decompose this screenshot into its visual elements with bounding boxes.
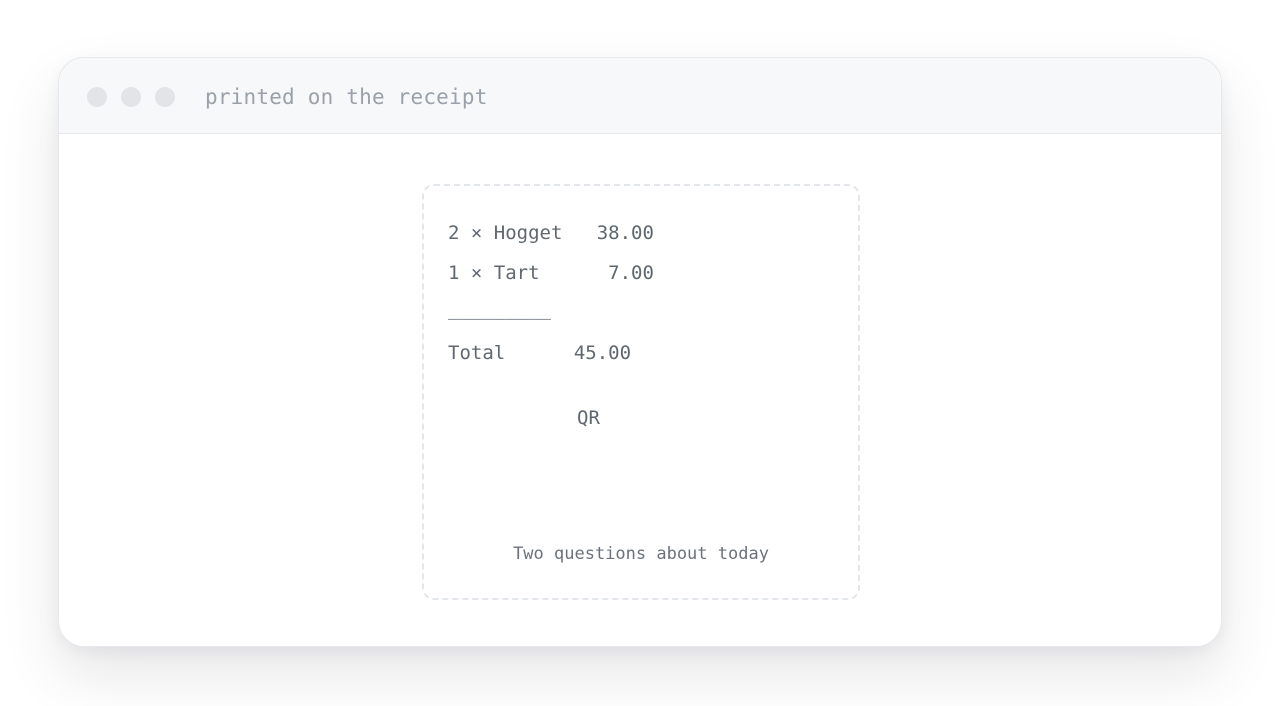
- qr-code-placeholder: QR: [577, 407, 600, 429]
- window-titlebar: printed on the receipt: [59, 58, 1221, 134]
- minimize-dot-icon[interactable]: [121, 87, 141, 107]
- receipt-preview: 2 × Hogget 38.00 1 × Tart 7.00 _________…: [422, 184, 860, 600]
- receipt-total: Total 45.00: [448, 342, 632, 364]
- window-title: printed on the receipt: [205, 85, 488, 109]
- close-dot-icon[interactable]: [87, 87, 107, 107]
- receipt-line-item: 1 × Tart 7.00: [448, 262, 654, 284]
- maximize-dot-icon[interactable]: [155, 87, 175, 107]
- receipt-divider: _________: [448, 298, 551, 320]
- receipt-line-item: 2 × Hogget 38.00: [448, 222, 654, 244]
- receipt-footer: Two questions about today: [513, 544, 769, 564]
- app-window: printed on the receipt 2 × Hogget 38.00 …: [58, 57, 1222, 647]
